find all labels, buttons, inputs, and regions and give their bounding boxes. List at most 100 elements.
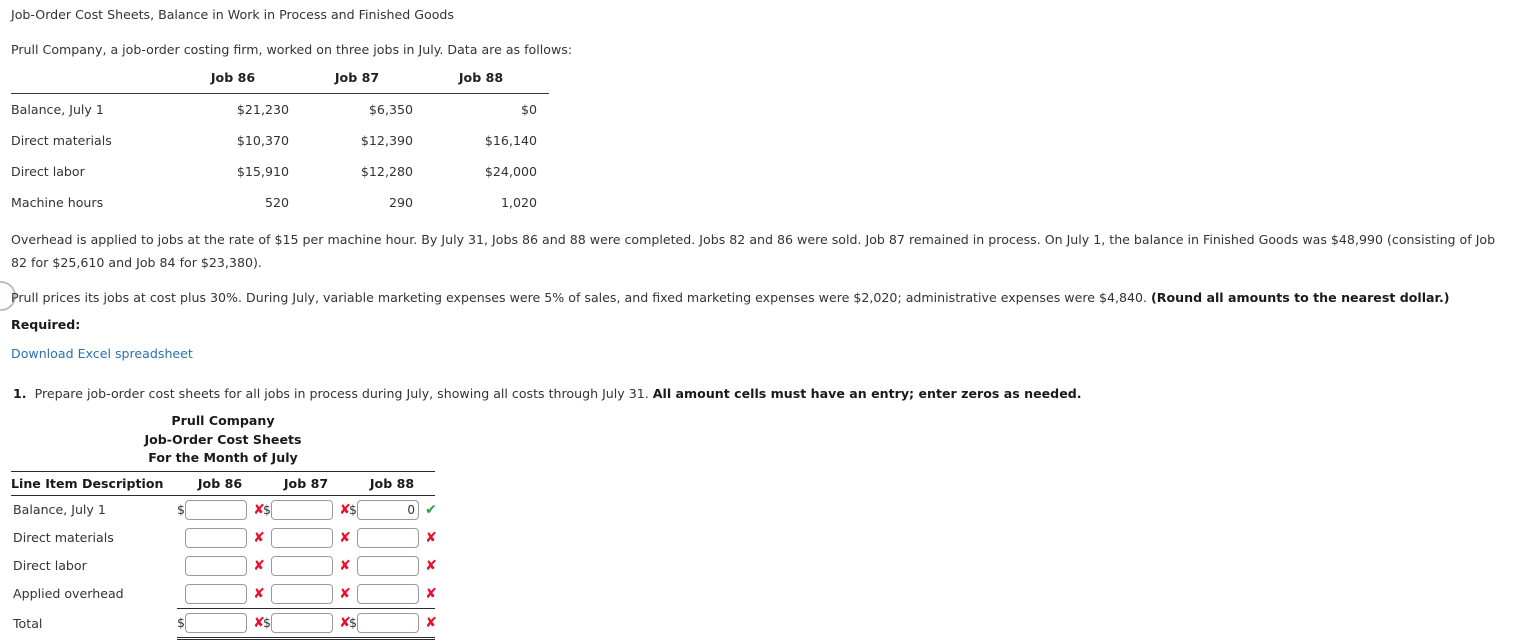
requirement-text: Prepare job-order cost sheets for all jo…: [34, 386, 653, 401]
intro-text: Prull Company, a job-order costing firm,…: [11, 42, 573, 57]
requirement-item-1: 1. Prepare job-order cost sheets for all…: [13, 386, 1082, 401]
table-row: Balance, July 1 $✘ $✘ $✔: [11, 495, 437, 524]
rounding-note: (Round all amounts to the nearest dollar…: [1151, 290, 1450, 305]
form-row-label: Applied overhead: [13, 586, 124, 602]
given-col-job87: Job 87: [334, 70, 380, 85]
table-row: Machine hours 520 290 1,020: [11, 187, 549, 218]
currency-symbol: $: [349, 615, 357, 630]
given-cell-job86: $15,910: [236, 164, 289, 179]
form-heading: Prull Company Job-Order Cost Sheets For …: [11, 412, 435, 468]
amount-input[interactable]: [357, 527, 419, 548]
given-row-label: Direct labor: [11, 164, 85, 179]
form-cell-job87: $ ✘: [263, 495, 351, 524]
given-cell-job87: $12,390: [360, 133, 413, 148]
form-cell-job86: ✘: [177, 552, 265, 580]
form-cell-job87: ✘: [263, 580, 351, 609]
incorrect-icon: ✘: [425, 585, 437, 602]
given-cell-job86: $10,370: [236, 133, 289, 148]
given-col-job86: Job 86: [210, 70, 256, 85]
table-row: Direct labor ✘ ✘ ✘: [11, 552, 437, 580]
table-row: Balance, July 1 $21,230 $6,350 $0: [11, 94, 549, 126]
answer-form: Prull Company Job-Order Cost Sheets For …: [11, 412, 437, 640]
table-row: Direct materials $10,370 $12,390 $16,140: [11, 125, 549, 156]
form-body: Balance, July 1 $✘ $✘ $✔ Direct material…: [11, 495, 437, 640]
given-data-table: Job 86 Job 87 Job 88 Balance, July 1 $21…: [11, 70, 549, 218]
form-cell-job88: $✔: [349, 495, 437, 524]
given-cell-job88: $0: [520, 102, 537, 117]
currency-symbol: $: [177, 502, 185, 517]
given-col-blank: [11, 70, 177, 94]
form-cell-job87: ✘: [263, 524, 351, 552]
table-row: Direct labor $15,910 $12,280 $24,000: [11, 156, 549, 187]
form-col-job86: Job 86: [197, 475, 243, 491]
form-row-label: Direct materials: [13, 530, 114, 545]
given-row-label: Direct materials: [11, 133, 112, 148]
given-cell-job86: 520: [264, 195, 289, 210]
given-cell-job87: $12,280: [360, 164, 413, 179]
amount-input[interactable]: [185, 612, 247, 633]
download-excel-link[interactable]: Download Excel spreadsheet: [11, 346, 193, 361]
amount-input[interactable]: [357, 612, 419, 633]
given-cell-job88: $24,000: [484, 164, 537, 179]
form-cell-job88: ✘: [349, 552, 437, 580]
incorrect-icon: ✘: [425, 614, 437, 631]
amount-input[interactable]: [357, 555, 419, 576]
pricing-paragraph: Prull prices its jobs at cost plus 30%. …: [11, 286, 1501, 309]
amount-input[interactable]: [357, 583, 419, 604]
currency-symbol: $: [263, 502, 271, 517]
amount-input[interactable]: [185, 499, 247, 520]
pricing-paragraph-text: Prull prices its jobs at cost plus 30%. …: [11, 290, 1152, 305]
incorrect-icon: ✘: [425, 529, 437, 546]
form-cell-job86: ✘: [177, 580, 265, 609]
correct-icon: ✔: [425, 501, 437, 518]
form-cell-job87: $ ✘: [263, 607, 351, 640]
form-heading-company: Prull Company: [171, 413, 275, 428]
form-col-job87: Job 87: [283, 475, 329, 491]
amount-input[interactable]: [185, 555, 247, 576]
form-col-description: Line Item Description: [11, 475, 164, 491]
overhead-paragraph: Overhead is applied to jobs at the rate …: [11, 232, 1496, 270]
requirement-number: 1.: [13, 386, 27, 401]
form-cell-job88: ✘: [349, 580, 437, 609]
page-title: Job-Order Cost Sheets, Balance in Work i…: [11, 7, 454, 22]
form-cell-job88: $ ✘: [349, 607, 437, 640]
form-cell-job88: ✘: [349, 524, 437, 552]
form-cell-job86: $ ✘: [177, 495, 265, 524]
requirement-emphasis: All amount cells must have an entry; ent…: [652, 386, 1082, 401]
form-cell-job87: ✘: [263, 552, 351, 580]
form-header-row: Line Item Description Job 86 Job 87 Job …: [11, 471, 435, 495]
table-row: Applied overhead ✘ ✘ ✘: [11, 580, 437, 609]
amount-input[interactable]: [271, 583, 333, 604]
form-heading-period: For the Month of July: [148, 450, 298, 465]
form-row-label: Balance, July 1: [13, 502, 106, 517]
required-heading: Required:: [11, 317, 81, 332]
amount-input[interactable]: [185, 583, 247, 604]
given-cell-job86: $21,230: [236, 102, 289, 117]
given-row-label: Balance, July 1: [11, 102, 104, 117]
amount-input[interactable]: [271, 499, 333, 520]
given-cell-job87: 290: [388, 195, 413, 210]
amount-input[interactable]: [185, 527, 247, 548]
amount-input[interactable]: [271, 555, 333, 576]
form-col-job88: Job 88: [369, 475, 415, 491]
form-cell-job86: ✘: [177, 524, 265, 552]
given-cell-job88: $16,140: [484, 133, 537, 148]
currency-symbol: $: [177, 615, 185, 630]
form-heading-statement: Job-Order Cost Sheets: [144, 431, 302, 447]
form-row-label: Total: [13, 615, 43, 631]
given-cell-job87: $6,350: [368, 102, 413, 117]
table-row-total: Total $ ✘ $ ✘ $ ✘: [11, 607, 437, 640]
given-data-header-row: Job 86 Job 87 Job 88: [11, 70, 549, 94]
given-cell-job88: 1,020: [500, 195, 537, 210]
given-col-job88: Job 88: [458, 70, 504, 85]
incorrect-icon: ✘: [425, 557, 437, 574]
given-row-label: Machine hours: [11, 195, 104, 210]
currency-symbol: $: [349, 502, 357, 517]
form-cell-job86: $ ✘: [177, 607, 265, 640]
amount-input[interactable]: [357, 499, 419, 520]
table-row: Direct materials ✘ ✘ ✘: [11, 524, 437, 552]
amount-input[interactable]: [271, 527, 333, 548]
amount-input[interactable]: [271, 612, 333, 633]
form-row-label: Direct labor: [13, 558, 87, 573]
currency-symbol: $: [263, 615, 271, 630]
